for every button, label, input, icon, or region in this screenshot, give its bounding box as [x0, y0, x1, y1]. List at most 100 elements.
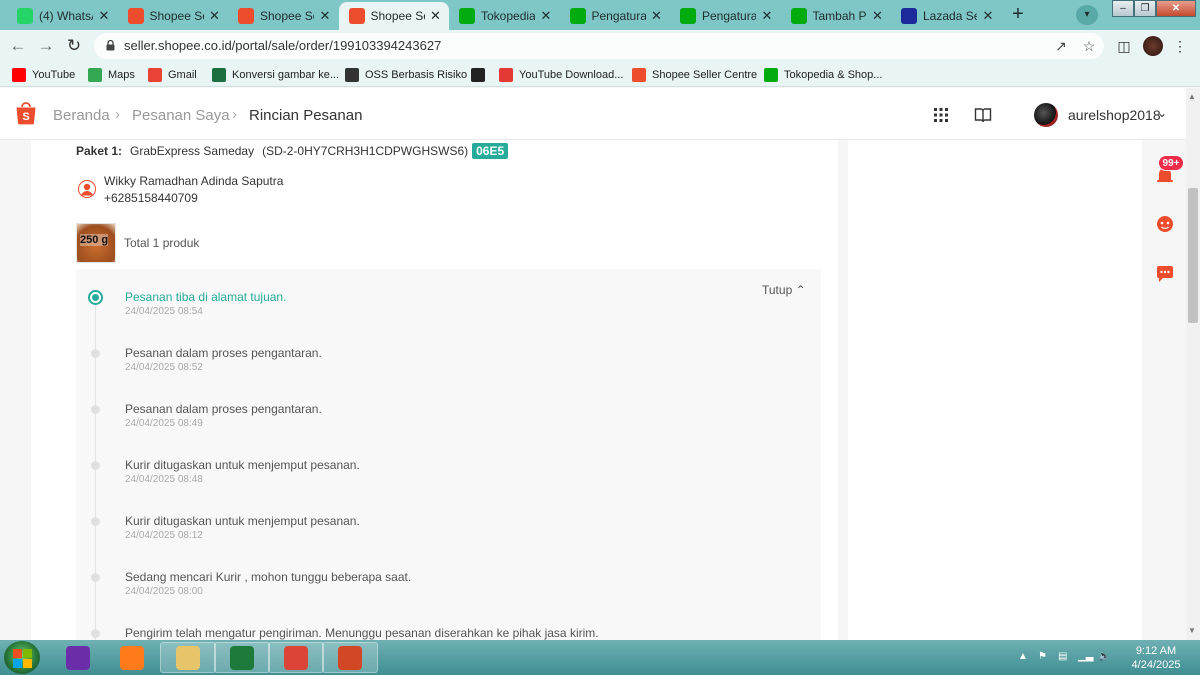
close-window-button[interactable]: ✕: [1156, 0, 1196, 17]
network-icon[interactable]: ▁▃: [1078, 651, 1093, 663]
address-bar[interactable]: seller.shopee.co.id/portal/sale/order/19…: [94, 33, 1104, 59]
tokopedia-seller-icon: [680, 8, 696, 24]
username[interactable]: aurelshop2018: [1068, 107, 1161, 123]
browser-tab[interactable]: Lazada Seller ✕: [891, 2, 1001, 30]
tracking-event: Pesanan dalam proses pengantaran. 24/04/2…: [76, 332, 821, 373]
close-tab-icon[interactable]: ✕: [208, 8, 222, 24]
taskbar-app[interactable]: [214, 642, 270, 673]
bookmark-item[interactable]: Maps: [88, 67, 135, 83]
tracking-event-time: 24/04/2025 08:00: [125, 586, 203, 597]
close-tab-icon[interactable]: ✕: [429, 8, 443, 24]
action-center-flag-icon[interactable]: ⚑: [1038, 651, 1050, 663]
tracking-code: (SD-2-0HY7CRH3H1CDPWGHSWS6): [262, 144, 469, 158]
svg-text:S: S: [22, 111, 29, 123]
timeline-dot: [91, 573, 100, 582]
close-tab-icon[interactable]: ✕: [97, 8, 111, 24]
windows-taskbar: ▲ ⚑ ▤ ▁▃ 🔈 9:12 AM 4/24/2025: [0, 640, 1200, 675]
url-text: seller.shopee.co.id/portal/sale/order/19…: [124, 38, 442, 53]
close-tab-icon[interactable]: ✕: [871, 8, 885, 24]
close-tab-icon[interactable]: ✕: [981, 8, 995, 24]
bookmark-item[interactable]: Gmail: [148, 67, 197, 83]
product-thumbnail[interactable]: 250 g: [76, 223, 116, 263]
recipient-phone: +6285158440709: [104, 191, 198, 205]
tracking-event-text: Sedang mencari Kurir , mohon tunggu bebe…: [125, 570, 412, 584]
vertical-scrollbar[interactable]: ▲ ▼: [1186, 88, 1200, 640]
taskbar-app[interactable]: [160, 642, 216, 673]
chevron-down-icon[interactable]: ⌄: [1157, 106, 1167, 120]
shopee-logo-icon[interactable]: S: [15, 101, 37, 125]
profile-avatar-icon[interactable]: [1143, 36, 1163, 56]
bookmark-item[interactable]: YouTube Download...: [499, 67, 623, 83]
browser-menu-icon[interactable]: ⋮: [1170, 36, 1190, 56]
bookmark-item[interactable]: YouTube: [12, 67, 75, 83]
tracking-event-text: Pesanan dalam proses pengantaran.: [125, 402, 322, 416]
bookmark-item[interactable]: [471, 67, 491, 83]
scrollbar-thumb[interactable]: [1188, 188, 1198, 323]
browser-tab[interactable]: Shopee Seller ✕: [228, 2, 338, 30]
taskbar-clock[interactable]: 9:12 AM 4/24/2025: [1128, 644, 1184, 672]
side-panel-icon[interactable]: ◫: [1114, 36, 1134, 56]
timeline-dot: [88, 290, 103, 305]
bookmark-label: Tokopedia & Shop...: [784, 69, 883, 81]
taskbar-app[interactable]: [104, 642, 160, 673]
shopee-icon: [238, 8, 254, 24]
bookmark-star-icon[interactable]: ☆: [1080, 37, 1098, 55]
device-icon[interactable]: ▤: [1058, 651, 1070, 663]
tab-title: Tokopedia: [481, 9, 535, 23]
browser-tab[interactable]: Tokopedia ✕: [449, 2, 559, 30]
scroll-down-icon[interactable]: ▼: [1188, 626, 1196, 635]
taskbar-app[interactable]: [322, 642, 378, 673]
close-tab-icon[interactable]: ✕: [318, 8, 332, 24]
package-info: Paket 1: GrabExpress Sameday (SD-2-0HY7C…: [76, 143, 509, 159]
taskbar-app[interactable]: [50, 642, 106, 673]
start-button[interactable]: [4, 641, 40, 674]
browser-tab[interactable]: Pengaturan ✕: [560, 2, 670, 30]
new-tab-button[interactable]: +: [1006, 4, 1030, 26]
gmail-icon: [148, 68, 162, 82]
maps-icon: [88, 68, 102, 82]
tab-title: (4) WhatsApp: [39, 9, 93, 23]
tracking-event-text: Kurir ditugaskan untuk menjemput pesanan…: [125, 458, 360, 472]
browser-tab[interactable]: Shopee Seller ✕: [118, 2, 228, 30]
forward-button[interactable]: →: [36, 36, 56, 56]
bookmark-item[interactable]: Konversi gambar ke...: [212, 67, 339, 83]
browser-tab[interactable]: Tambah Pro ✕: [781, 2, 891, 30]
close-tab-icon[interactable]: ✕: [539, 8, 553, 24]
bookmark-item[interactable]: Shopee Seller Centre: [632, 67, 757, 83]
customer-service-icon[interactable]: [1155, 214, 1175, 234]
browser-tab[interactable]: (4) WhatsApp ✕: [7, 2, 117, 30]
tracking-event: Sedang mencari Kurir , mohon tunggu bebe…: [76, 556, 821, 597]
minimize-button[interactable]: –: [1112, 0, 1134, 17]
book-icon[interactable]: [974, 106, 992, 124]
breadcrumb-home[interactable]: Beranda: [53, 107, 110, 124]
shopee-icon: [348, 8, 365, 24]
breadcrumb-chevron-icon: ›: [232, 106, 237, 123]
apps-grid-icon[interactable]: [932, 106, 950, 124]
share-icon[interactable]: ↗: [1052, 37, 1070, 55]
bookmark-item[interactable]: Tokopedia & Shop...: [764, 67, 882, 83]
taskbar-app[interactable]: [268, 642, 324, 673]
close-tab-icon[interactable]: ✕: [650, 8, 664, 24]
maximize-button[interactable]: ❐: [1134, 0, 1156, 17]
tab-search-button[interactable]: ▾: [1076, 5, 1098, 25]
bookmark-label: OSS Berbasis Risiko: [365, 69, 468, 81]
reload-button[interactable]: ↻: [64, 36, 84, 56]
volume-icon[interactable]: 🔈: [1098, 651, 1110, 663]
browser-tab[interactable]: Pengaturan ✕: [670, 2, 780, 30]
close-tab-icon[interactable]: ✕: [760, 8, 774, 24]
collapse-button[interactable]: Tutup ⌃: [762, 283, 806, 297]
browser-tab[interactable]: Shopee Seller ✕: [338, 2, 449, 30]
user-avatar[interactable]: [1034, 103, 1058, 127]
notification-badge: 99+: [1158, 155, 1184, 171]
scroll-up-icon[interactable]: ▲: [1188, 92, 1196, 101]
breadcrumb-orders[interactable]: Pesanan Saya: [132, 107, 230, 124]
show-hidden-icons-icon[interactable]: ▲: [1018, 651, 1030, 663]
shopee-header: S Beranda › Pesanan Saya › Rincian Pesan…: [0, 88, 1186, 140]
tracking-event-text: Kurir ditugaskan untuk menjemput pesanan…: [125, 514, 360, 528]
tracking-event: Pesanan dalam proses pengantaran. 24/04/2…: [76, 388, 821, 429]
chat-icon[interactable]: [1155, 264, 1175, 284]
tracking-event-time: 24/04/2025 08:52: [125, 362, 203, 373]
back-button[interactable]: ←: [8, 36, 28, 56]
tab-title: Shopee Seller: [149, 9, 204, 23]
bookmark-item[interactable]: OSS Berbasis Risiko: [345, 67, 467, 83]
